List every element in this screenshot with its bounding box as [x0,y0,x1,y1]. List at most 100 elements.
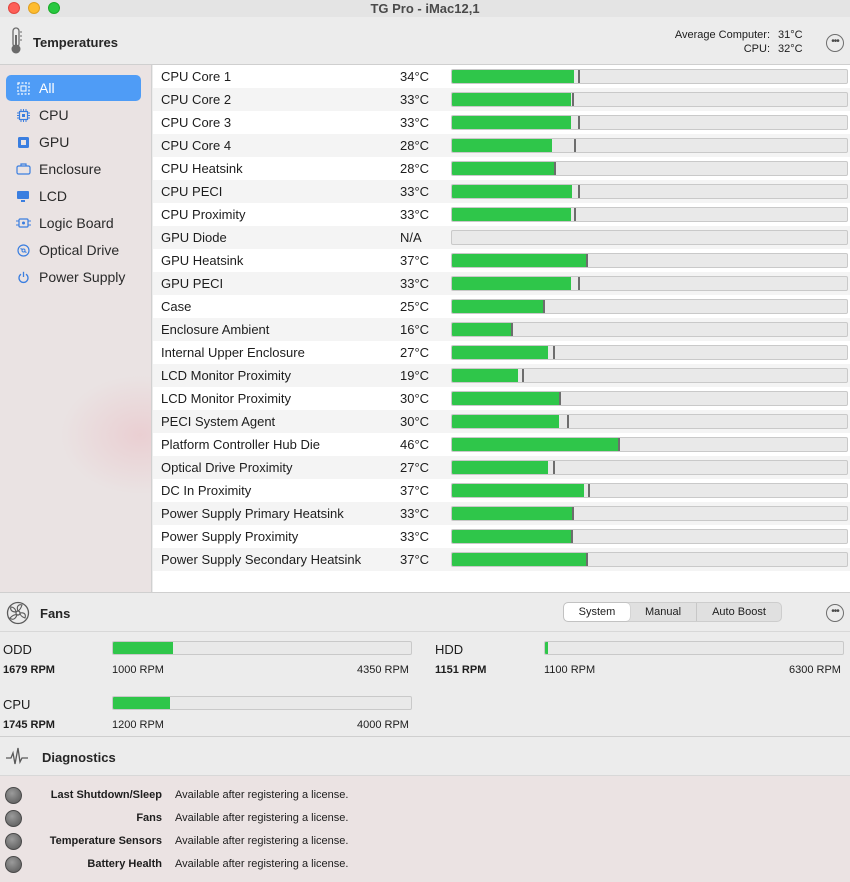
sensor-max-marker [578,70,580,83]
sensor-bar-fill [452,484,584,497]
sidebar-item-label: GPU [39,134,70,150]
sensor-bar [451,552,848,567]
sidebar-item-logic-board[interactable]: Logic Board [6,210,141,236]
sensor-value: 33°C [400,115,430,130]
average-computer-label: Average Computer: [674,29,770,41]
sensor-bar [451,230,848,245]
sensor-row[interactable]: Power Supply Proximity 33°C [153,525,850,548]
mode-system-button[interactable]: System [564,603,630,621]
sensor-bar-fill [452,461,548,474]
sensor-row[interactable]: LCD Monitor Proximity 19°C [153,364,850,387]
sensor-name: LCD Monitor Proximity [161,368,292,383]
sensor-max-marker [578,185,580,198]
sensor-max-marker [574,208,576,221]
sidebar-item-enclosure[interactable]: Enclosure [6,156,141,182]
sensor-bar [451,92,848,107]
sidebar-item-gpu[interactable]: GPU [6,129,141,155]
fan-bar-odd [112,641,412,655]
mode-manual-button[interactable]: Manual [630,603,697,621]
sensor-row[interactable]: CPU PECI 33°C [153,180,850,203]
fan-rpm-odd: 1679 RPM [3,664,55,676]
sensor-max-marker [574,139,576,152]
sidebar-item-lcd[interactable]: LCD [6,183,141,209]
sensor-value: 33°C [400,207,430,222]
sensor-max-marker [567,415,569,428]
sensor-row[interactable]: Power Supply Primary Heatsink 33°C [153,502,850,525]
sensor-bar-fill [452,93,571,106]
sidebar-item-power-supply[interactable]: Power Supply [6,264,141,290]
sensor-value: 37°C [400,253,430,268]
sensor-value: 30°C [400,391,430,406]
sensor-row[interactable]: CPU Heatsink 28°C [153,157,850,180]
sensor-row[interactable]: GPU Heatsink 37°C [153,249,850,272]
sidebar-item-optical-drive[interactable]: Optical Drive [6,237,141,263]
sensor-value: 33°C [400,184,430,199]
fan-max-odd: 4350 RPM [357,664,409,676]
sidebar-item-all[interactable]: All [6,75,141,101]
sensor-row[interactable]: Case 25°C [153,295,850,318]
average-cpu-value: 32°C [778,43,803,55]
sensor-value: 28°C [400,138,430,153]
average-computer-value: 31°C [778,29,803,41]
temperatures-title: Temperatures [33,35,119,50]
sensor-value: 37°C [400,483,430,498]
fan-icon [6,601,30,625]
fans-header: Fans System Manual Auto Boost ••• [0,592,850,632]
sensor-bar [451,184,848,199]
sensor-row[interactable]: PECI System Agent 30°C [153,410,850,433]
status-indicator [5,787,22,804]
sensor-bar [451,391,848,406]
sidebar-item-label: Optical Drive [39,242,120,258]
fan-max-cpu: 4000 RPM [357,719,409,731]
sidebar-item-label: LCD [39,188,68,204]
window-title: TG Pro - iMac12,1 [370,1,480,16]
sensor-value: 33°C [400,276,430,291]
sensor-name: Power Supply Proximity [161,529,299,544]
sensor-row[interactable]: CPU Core 4 28°C [153,134,850,157]
fans-more-button[interactable]: ••• [826,604,844,622]
sensor-bar [451,460,848,475]
diagnostics-label: Temperature Sensors [49,835,162,847]
sensor-row[interactable]: Optical Drive Proximity 27°C [153,456,850,479]
sensor-bar-fill [452,438,618,451]
temperatures-header: Temperatures Average Computer: 31°C CPU:… [0,17,850,65]
sensor-row[interactable]: DC In Proximity 37°C [153,479,850,502]
sensor-name: CPU Core 4 [161,138,232,153]
sidebar-background-glow [60,375,151,495]
sensor-max-marker [522,369,524,382]
sensor-bar [451,483,848,498]
sensor-value: N/A [400,230,422,245]
sensor-row[interactable]: Platform Controller Hub Die 46°C [153,433,850,456]
sidebar-item-cpu[interactable]: CPU [6,102,141,128]
sensor-row[interactable]: LCD Monitor Proximity 30°C [153,387,850,410]
sensor-row[interactable]: GPU PECI 33°C [153,272,850,295]
mode-auto-boost-button[interactable]: Auto Boost [697,603,781,621]
sensor-row[interactable]: Power Supply Secondary Heatsink 37°C [153,548,850,571]
sensor-max-marker [543,300,545,313]
sensor-row[interactable]: GPU Diode N/A [153,226,850,249]
sensor-row[interactable]: CPU Core 1 34°C [153,65,850,88]
sensor-max-marker [572,507,574,520]
sensor-row[interactable]: CPU Core 2 33°C [153,88,850,111]
sensor-name: Power Supply Secondary Heatsink [161,552,362,567]
sensor-row[interactable]: CPU Core 3 33°C [153,111,850,134]
sensor-bar-fill [452,208,571,221]
sensor-bar [451,276,848,291]
fan-min-odd: 1000 RPM [112,664,164,676]
sensor-value: 46°C [400,437,430,452]
sensor-bar [451,161,848,176]
sensor-name: CPU PECI [161,184,223,199]
fan-bar-fill-cpu [113,697,170,709]
sensor-name: Internal Upper Enclosure [161,345,305,360]
sensor-max-marker [586,553,588,566]
sensor-value: 19°C [400,368,430,383]
sensor-name: Platform Controller Hub Die [161,437,320,452]
gpu-icon [15,135,31,149]
sensor-name: Case [161,299,192,314]
status-indicator [5,810,22,827]
sensor-row[interactable]: Internal Upper Enclosure 27°C [153,341,850,364]
diagnostics-label: Battery Health [87,858,162,870]
sensor-row[interactable]: Enclosure Ambient 16°C [153,318,850,341]
sensor-row[interactable]: CPU Proximity 33°C [153,203,850,226]
temperatures-more-button[interactable]: ••• [826,34,844,52]
